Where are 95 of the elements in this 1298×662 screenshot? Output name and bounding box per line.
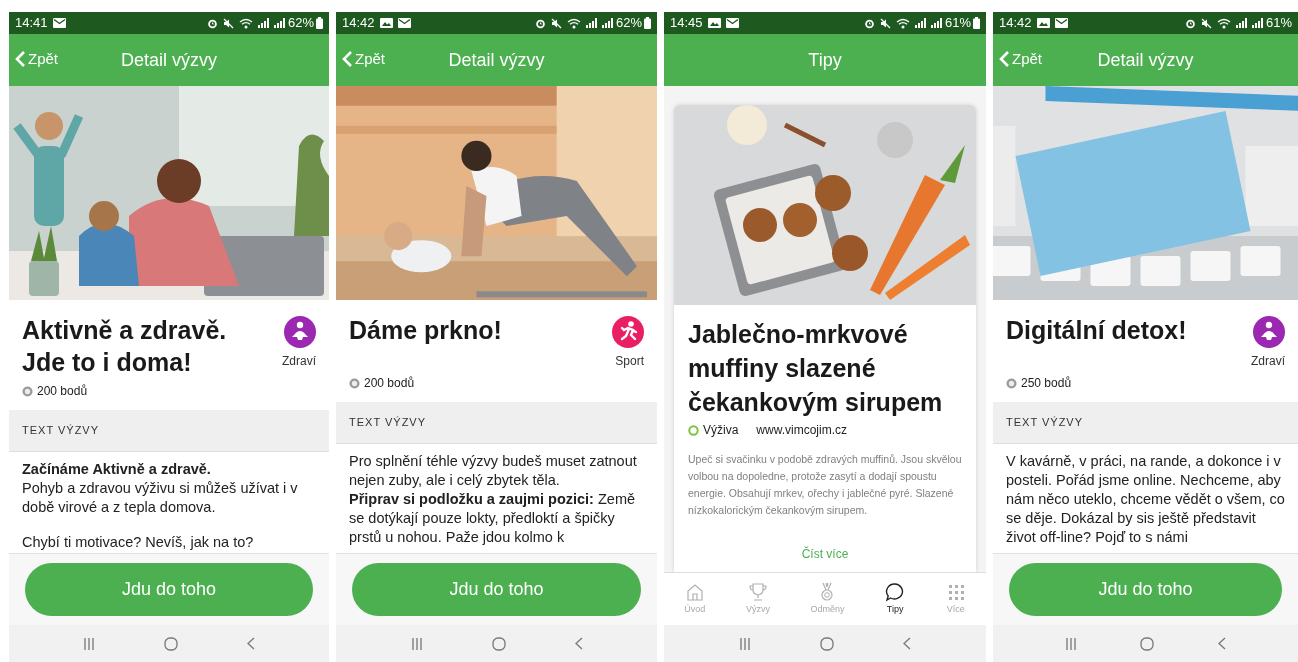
mute-icon bbox=[1200, 17, 1212, 29]
battery-percent: 61% bbox=[944, 14, 971, 33]
alarm-icon bbox=[1184, 17, 1196, 29]
signal-icon bbox=[601, 18, 613, 28]
challenge-title: Aktivně a zdravě. Jde to i doma! bbox=[22, 315, 228, 378]
signal-icon bbox=[273, 18, 285, 28]
coin-icon bbox=[1006, 377, 1017, 389]
category-label: Sport bbox=[615, 353, 644, 370]
coin-icon bbox=[349, 377, 360, 389]
battery-percent: 62% bbox=[615, 14, 642, 33]
category-label: Zdraví bbox=[282, 353, 316, 370]
image-icon bbox=[379, 18, 393, 28]
mute-icon bbox=[550, 17, 562, 29]
screen-title: Detail výzvy bbox=[121, 48, 217, 72]
recent-apps-icon[interactable] bbox=[1064, 637, 1077, 650]
wifi-icon bbox=[566, 17, 581, 29]
section-label: TEXT VÝZVY bbox=[22, 423, 100, 439]
tab[interactable]: Výzvy bbox=[745, 581, 770, 617]
back-button[interactable]: Zpět bbox=[999, 48, 1042, 71]
wifi-icon bbox=[238, 17, 253, 29]
screen-title: Detail výzvy bbox=[448, 48, 545, 72]
category-label: Zdraví bbox=[1251, 353, 1285, 370]
screen-title: Detail výzvy bbox=[1097, 48, 1194, 72]
image-icon bbox=[707, 18, 721, 28]
signal-icon bbox=[1251, 18, 1263, 28]
chevron-left-icon bbox=[999, 50, 1010, 69]
section-label: TEXT VÝZVY bbox=[1006, 415, 1084, 431]
battery-icon bbox=[644, 17, 651, 29]
clock-text: 14:45 bbox=[670, 14, 703, 33]
signal-icon bbox=[585, 18, 597, 28]
clock-text: 14:41 bbox=[15, 14, 48, 33]
mail-icon bbox=[725, 18, 739, 28]
home-icon[interactable] bbox=[164, 636, 178, 651]
read-more-link[interactable]: Číst více bbox=[801, 545, 849, 563]
back-icon[interactable] bbox=[1218, 637, 1227, 650]
wifi-icon bbox=[895, 17, 910, 29]
battery-icon bbox=[973, 17, 980, 29]
section-label: TEXT VÝZVY bbox=[349, 415, 427, 431]
clock-text: 14:42 bbox=[999, 14, 1032, 33]
article-title: Jablečno-mrkvové muffiny slazené čekankovým sirupem bbox=[688, 319, 944, 418]
coin-icon bbox=[22, 385, 33, 397]
home-icon[interactable] bbox=[1140, 636, 1155, 651]
alarm-icon bbox=[863, 17, 875, 29]
points-text: 250 bodů bbox=[1021, 375, 1072, 392]
battery-percent: 61% bbox=[1265, 14, 1292, 33]
recent-apps-icon[interactable] bbox=[83, 637, 96, 650]
signal-icon bbox=[1235, 18, 1247, 28]
image-icon bbox=[1036, 18, 1050, 28]
mute-icon bbox=[222, 17, 234, 29]
back-button[interactable]: Zpět bbox=[15, 48, 58, 71]
mute-icon bbox=[879, 17, 891, 29]
back-icon[interactable] bbox=[246, 637, 255, 650]
back-icon[interactable] bbox=[903, 637, 912, 650]
recent-apps-icon[interactable] bbox=[410, 637, 423, 650]
ring-icon bbox=[688, 424, 699, 436]
challenge-text: Chybí ti motivace? Nevíš, jak na to? bbox=[22, 533, 255, 552]
mail-icon bbox=[397, 18, 411, 28]
tab[interactable]: Odměny bbox=[810, 581, 845, 617]
source-text: www.vimcojim.cz bbox=[756, 422, 847, 439]
alarm-icon bbox=[206, 17, 218, 29]
points-text: 200 bodů bbox=[364, 375, 415, 392]
chevron-left-icon bbox=[15, 50, 26, 69]
trophy-icon bbox=[747, 581, 768, 602]
chat-bubble-icon bbox=[885, 581, 906, 602]
signal-icon bbox=[257, 18, 269, 28]
tab[interactable]: Více bbox=[945, 581, 966, 617]
mail-icon bbox=[1054, 18, 1068, 28]
battery-percent: 62% bbox=[287, 14, 314, 33]
clock-text: 14:42 bbox=[342, 14, 375, 33]
challenge-text: Pro splnění téhle výzvy budeš muset zatnout nejen zuby, ale i celý zbytek těla. Připrav si podložku a zaujmi pozici: Země se dotýkají pouze lokty, předloktí a špičky prstů u nohou. Paže jdou kolmo k bbox=[349, 452, 638, 547]
category-label: Výživa bbox=[703, 422, 739, 439]
chevron-left-icon bbox=[342, 50, 353, 69]
screen-title: Tipy bbox=[808, 48, 842, 72]
alarm-icon bbox=[534, 17, 546, 29]
accept-button[interactable]: Jdu do toho bbox=[1009, 563, 1282, 616]
tab[interactable]: Tipy bbox=[885, 581, 906, 617]
battery-icon bbox=[316, 17, 323, 29]
recent-apps-icon[interactable] bbox=[738, 637, 751, 650]
challenge-text: V kavárně, v práci, na rande, a dokonce i v posteli. Pořád jsme online. Nechceme, aby nám něco uteklo, chceme vědět o všem, co se děje. Dokázal by sis ještě představit život off-line? Pojď to s námi bbox=[1006, 452, 1285, 547]
wifi-icon bbox=[1216, 17, 1231, 29]
article-description: Upeč si svačinku v podobě zdravých muffinů. Jsou skvělou volbou na dopoledne, protože zasytí a dodají spoustu energie. Obsahují mrkev, ořechy i jablečné pyré. Slazené nízkokalorickým čekankovým sirupem. bbox=[688, 452, 962, 518]
points-text: 200 bodů bbox=[37, 383, 88, 400]
home-icon[interactable] bbox=[491, 636, 506, 651]
mail-icon bbox=[52, 18, 66, 28]
tab[interactable]: Úvod bbox=[684, 581, 706, 617]
back-button[interactable]: Zpět bbox=[342, 48, 385, 71]
signal-icon bbox=[914, 18, 926, 28]
accept-button[interactable]: Jdu do toho bbox=[352, 563, 641, 616]
signal-icon bbox=[930, 18, 942, 28]
challenge-title: Dáme prkno! bbox=[349, 315, 503, 346]
home-icon[interactable] bbox=[820, 636, 834, 651]
challenge-text: Začínáme Aktivně a zdravě. Pohyb a zdravou výživu si můžeš užívat i v době virové a z tepla domova. bbox=[22, 460, 299, 517]
challenge-title: Digitální detox! bbox=[1006, 315, 1188, 346]
accept-button[interactable]: Jdu do toho bbox=[25, 563, 313, 616]
back-icon[interactable] bbox=[574, 637, 583, 650]
